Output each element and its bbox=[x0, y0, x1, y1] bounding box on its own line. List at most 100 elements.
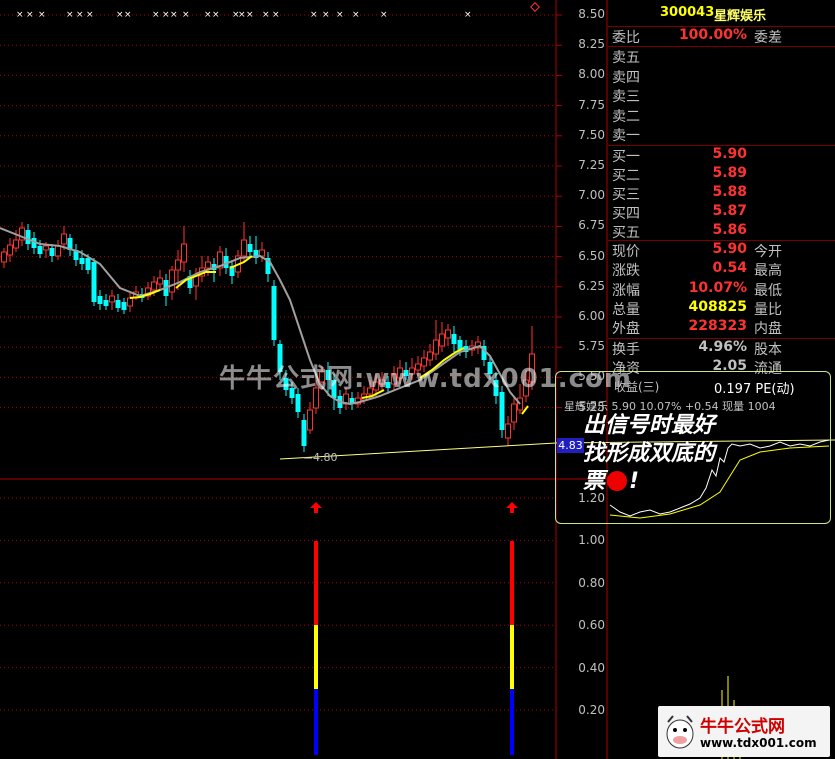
buy-row-value: 5.89 bbox=[712, 165, 747, 181]
quote-row-label: 涨跌 bbox=[612, 263, 640, 280]
indicator-tick-label: 0.40 bbox=[578, 660, 605, 675]
signal-x-marker: × bbox=[124, 10, 132, 20]
candle-body bbox=[439, 333, 445, 347]
signal-x-marker: × bbox=[464, 10, 472, 20]
cow-icon bbox=[666, 715, 694, 749]
signal-x-marker: × bbox=[246, 10, 254, 20]
candle-body bbox=[295, 394, 301, 412]
quote-row-label2: 量比 bbox=[754, 301, 782, 318]
quote-row-label2: 今开 bbox=[754, 244, 782, 260]
quote-row-label2: 最低 bbox=[754, 282, 782, 299]
signal-x-marker: × bbox=[262, 10, 270, 20]
buy-row-label: 买三 bbox=[612, 187, 640, 203]
quote-row-value: 228323 bbox=[688, 318, 747, 335]
quote-row-value: 5.90 bbox=[712, 241, 747, 257]
signal-x-marker: × bbox=[352, 10, 360, 20]
candle-body bbox=[169, 269, 175, 293]
signal-x-marker: × bbox=[86, 10, 94, 20]
low-price-label: 4.80 bbox=[313, 451, 338, 464]
candle-body bbox=[499, 392, 505, 430]
candle-body bbox=[97, 296, 103, 304]
quote-row-label: 换手 bbox=[612, 342, 640, 358]
quote-row-label: 现价 bbox=[612, 244, 640, 260]
buy-row-value: 5.86 bbox=[712, 222, 747, 238]
signal-x-marker: × bbox=[170, 10, 178, 20]
diff-label: 委差 bbox=[754, 30, 782, 46]
buy-row: 买二 5.89 bbox=[608, 165, 835, 184]
quote-row-value: 0.54 bbox=[712, 260, 747, 277]
sell-row-label: 卖二 bbox=[612, 108, 640, 125]
buy-row: 买四 5.87 bbox=[608, 203, 835, 222]
diamond-icon bbox=[530, 2, 540, 12]
signal-x-marker: × bbox=[322, 10, 330, 20]
quote-row: 现价 5.90 今开 bbox=[608, 241, 835, 260]
buy-row: 买五 5.86 bbox=[608, 222, 835, 241]
signal-x-marker: × bbox=[152, 10, 160, 20]
site-logo[interactable]: 牛牛公式网 www.tdx001.com bbox=[658, 706, 830, 757]
candle-body bbox=[175, 259, 181, 271]
buy-row-value: 5.88 bbox=[712, 184, 747, 200]
buy-row: 买一 5.90 bbox=[608, 146, 835, 165]
quote-row-value: 10.07% bbox=[688, 279, 747, 296]
quote-row-label2: 最高 bbox=[754, 263, 782, 280]
candle-body bbox=[151, 281, 157, 291]
candle-body bbox=[25, 230, 31, 244]
candle-body bbox=[49, 248, 55, 256]
signal-x-marker: × bbox=[272, 10, 280, 20]
candle-body bbox=[181, 243, 187, 263]
price-tick-label: 7.25 bbox=[578, 158, 605, 172]
indicator-tick-label: 0.60 bbox=[578, 618, 605, 633]
buy-row-value: 5.90 bbox=[712, 146, 747, 162]
indicator-tick-label: 1.00 bbox=[578, 533, 605, 548]
signal-x-marker: × bbox=[212, 10, 220, 20]
candle-body bbox=[451, 334, 457, 344]
quote-row: 总量 408825 量比 bbox=[608, 299, 835, 318]
price-tick-label: 6.50 bbox=[578, 248, 605, 263]
candle-body bbox=[307, 409, 313, 431]
price-tick-label: 8.50 bbox=[578, 7, 605, 21]
signal-x-marker: × bbox=[26, 10, 34, 20]
quote-row-label2: 股本 bbox=[754, 342, 782, 358]
candle-body bbox=[7, 244, 13, 256]
signal-x-marker: × bbox=[182, 10, 190, 20]
price-tick-label: 6.25 bbox=[578, 278, 605, 293]
price-tick-label: 8.00 bbox=[578, 67, 605, 82]
candle-body bbox=[121, 302, 127, 310]
logo-url: www.tdx001.com bbox=[700, 736, 817, 750]
candle-body bbox=[13, 239, 19, 249]
signal-x-marker: × bbox=[204, 10, 212, 20]
buy-row: 买三 5.88 bbox=[608, 184, 835, 203]
indicator-tick-label: 0.80 bbox=[578, 575, 605, 590]
sell-row-label: 卖一 bbox=[612, 128, 640, 145]
candle-body bbox=[301, 420, 307, 446]
signal-x-marker: × bbox=[310, 10, 318, 20]
quote-row-value: 408825 bbox=[688, 298, 747, 315]
candle-body bbox=[241, 239, 247, 257]
candle-body bbox=[205, 261, 211, 269]
up-arrow-icon bbox=[310, 502, 322, 513]
candle-body bbox=[445, 329, 451, 339]
buy-row-value: 5.87 bbox=[712, 203, 747, 219]
stock-header[interactable]: 300043 星辉娱乐 bbox=[608, 0, 835, 26]
price-tick-label: 7.50 bbox=[578, 127, 605, 142]
quote-row-value: 4.96% bbox=[698, 339, 747, 355]
quote-row: 涨跌 0.54 最高 bbox=[608, 260, 835, 279]
ratio-value: 100.00% bbox=[678, 27, 747, 43]
signal-x-marker: × bbox=[38, 10, 46, 20]
price-tick-label: 6.75 bbox=[578, 218, 605, 233]
price-tick-label: 5.75 bbox=[578, 339, 605, 354]
signal-x-marker: × bbox=[66, 10, 74, 20]
quote-row: 换手 4.96% 股本 bbox=[608, 339, 835, 358]
pe-value: 0.197 PE(动) bbox=[714, 382, 795, 397]
sell-row: 卖五 bbox=[608, 47, 835, 66]
sell-row: 卖一 bbox=[608, 125, 835, 144]
signal-x-marker: × bbox=[162, 10, 170, 20]
quote-row-label: 总量 bbox=[612, 301, 640, 318]
candle-body bbox=[115, 300, 121, 308]
signal-x-marker: × bbox=[336, 10, 344, 20]
price-tick-label: 6.00 bbox=[578, 309, 605, 323]
stock-code: 300043 bbox=[660, 5, 715, 20]
candle-body bbox=[55, 245, 61, 257]
sell-row-label: 卖四 bbox=[612, 69, 640, 86]
candle-body bbox=[433, 339, 439, 355]
